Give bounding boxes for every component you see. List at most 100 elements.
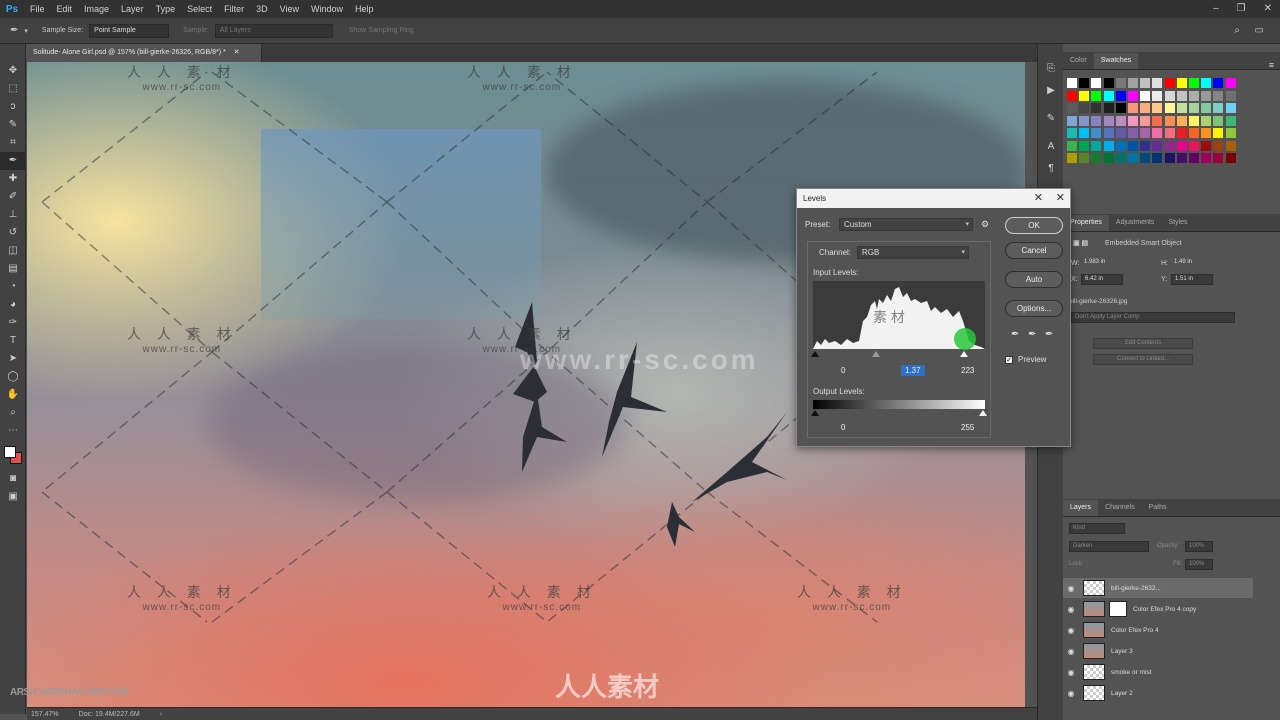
- zoom-tool-icon[interactable]: ⌕: [0, 404, 26, 422]
- color-swatch[interactable]: [1213, 140, 1224, 151]
- color-swatch[interactable]: [1140, 128, 1151, 138]
- healing-brush-tool-icon[interactable]: ✚: [0, 170, 26, 188]
- history-panel-icon[interactable]: ⎘: [1038, 58, 1064, 80]
- opacity-field[interactable]: 100%: [1185, 541, 1213, 552]
- color-swatch[interactable]: [1128, 128, 1138, 138]
- brush-tool-icon[interactable]: ✐: [0, 188, 26, 206]
- color-swatch[interactable]: [1164, 140, 1175, 151]
- auto-button[interactable]: Auto: [1005, 271, 1063, 288]
- menu-file[interactable]: File: [24, 4, 51, 14]
- brush-settings-icon[interactable]: ✎: [1038, 108, 1064, 130]
- clone-stamp-tool-icon[interactable]: ⊥: [0, 206, 26, 224]
- color-swatch[interactable]: [1164, 153, 1175, 163]
- close-tab-icon[interactable]: ✕: [234, 49, 240, 56]
- color-swatch[interactable]: [1201, 115, 1212, 126]
- input-black-field[interactable]: 0: [841, 365, 845, 376]
- zoom-level[interactable]: 157.47%: [31, 711, 59, 718]
- pen-tool-icon[interactable]: ✑: [0, 314, 26, 332]
- tool-preset-chevron-icon[interactable]: ▾: [24, 27, 28, 35]
- character-panel-icon[interactable]: A: [1038, 136, 1064, 158]
- color-swatch[interactable]: [1079, 128, 1090, 138]
- actions-panel-icon[interactable]: ▶: [1038, 80, 1064, 102]
- levels-titlebar[interactable]: Levels ✕ ✕: [797, 189, 1070, 208]
- menu-select[interactable]: Select: [181, 4, 218, 14]
- color-swatch[interactable]: [1164, 78, 1175, 88]
- color-swatch[interactable]: [1164, 103, 1175, 113]
- color-swatch[interactable]: [1067, 90, 1077, 101]
- menu-image[interactable]: Image: [78, 4, 115, 14]
- width-field[interactable]: 1.983 in: [1081, 258, 1123, 269]
- menu-layer[interactable]: Layer: [115, 4, 150, 14]
- output-white-field[interactable]: 255: [961, 422, 974, 433]
- convert-to-linked-button[interactable]: Convert to Linked...: [1093, 354, 1193, 365]
- color-swatch[interactable]: [1091, 78, 1102, 88]
- preset-options-gear-icon[interactable]: ⚙: [981, 219, 989, 230]
- color-swatch[interactable]: [1103, 115, 1114, 126]
- layer-row[interactable]: ◉ Layer 2: [1063, 683, 1253, 703]
- color-swatch[interactable]: [1079, 103, 1090, 113]
- gray-point-eyedropper-icon[interactable]: ✒: [1028, 329, 1036, 340]
- color-swatch[interactable]: [1225, 103, 1236, 113]
- color-swatch[interactable]: [1079, 140, 1090, 151]
- cancel-button[interactable]: Cancel: [1005, 242, 1063, 259]
- color-swatch[interactable]: [1128, 78, 1138, 88]
- color-swatch[interactable]: [1128, 140, 1138, 151]
- crop-tool-icon[interactable]: ⌗: [0, 134, 26, 152]
- foreground-color-swatch[interactable]: [4, 446, 16, 458]
- color-swatch[interactable]: [1128, 103, 1138, 113]
- color-swatch[interactable]: [1152, 115, 1163, 126]
- color-swatch[interactable]: [1189, 115, 1199, 126]
- history-brush-tool-icon[interactable]: ↺: [0, 224, 26, 242]
- color-swatch[interactable]: [1103, 78, 1114, 88]
- eyedropper-icon[interactable]: ✒: [10, 25, 18, 36]
- channel-dropdown[interactable]: RGB ▾: [857, 246, 969, 259]
- color-swatch[interactable]: [1067, 103, 1077, 113]
- workspace-icon[interactable]: ▭: [1255, 25, 1264, 36]
- color-swatch[interactable]: [1213, 103, 1224, 113]
- tab-channels[interactable]: Channels: [1098, 500, 1142, 516]
- color-swatch[interactable]: [1067, 78, 1077, 88]
- tab-styles[interactable]: Styles: [1161, 215, 1194, 231]
- color-swatch[interactable]: [1213, 128, 1224, 138]
- marquee-tool-icon[interactable]: ⬚: [0, 80, 26, 98]
- color-swatch[interactable]: [1152, 90, 1163, 101]
- layer-filter-kind[interactable]: Kind: [1069, 523, 1125, 534]
- color-swatch[interactable]: [1079, 115, 1090, 126]
- menu-window[interactable]: Window: [305, 4, 349, 14]
- visibility-eye-icon[interactable]: ◉: [1063, 605, 1079, 614]
- color-swatch[interactable]: [1201, 90, 1212, 101]
- color-swatch[interactable]: [1225, 115, 1236, 126]
- paragraph-panel-icon[interactable]: ¶: [1038, 158, 1064, 180]
- preset-dropdown[interactable]: Custom ▾: [839, 218, 973, 231]
- color-swatch[interactable]: [1115, 140, 1126, 151]
- input-black-slider[interactable]: [811, 351, 819, 357]
- color-swatch[interactable]: [1103, 90, 1114, 101]
- layer-row[interactable]: ◉ bill-gierke-2632...: [1063, 578, 1253, 598]
- layer-name[interactable]: Color Efex Pro 4: [1111, 627, 1159, 634]
- panel-menu-icon[interactable]: ≡: [1269, 60, 1274, 70]
- color-swatch[interactable]: [1067, 115, 1077, 126]
- color-swatch[interactable]: [1115, 128, 1126, 138]
- color-swatch[interactable]: [1189, 78, 1199, 88]
- color-swatch[interactable]: [1079, 90, 1090, 101]
- ok-button[interactable]: OK: [1005, 217, 1063, 234]
- visibility-eye-icon[interactable]: ◉: [1063, 647, 1079, 656]
- color-swatch[interactable]: [1164, 115, 1175, 126]
- color-swatch[interactable]: [1189, 103, 1199, 113]
- menu-view[interactable]: View: [274, 4, 305, 14]
- color-swatch[interactable]: [1164, 128, 1175, 138]
- color-swatch[interactable]: [1176, 115, 1187, 126]
- visibility-eye-icon[interactable]: ◉: [1063, 668, 1079, 677]
- preview-checkbox[interactable]: ✓: [1005, 356, 1013, 364]
- color-swatch[interactable]: [1115, 153, 1126, 163]
- color-swatch[interactable]: [1115, 103, 1126, 113]
- color-swatch[interactable]: [1152, 103, 1163, 113]
- color-swatch[interactable]: [1152, 78, 1163, 88]
- color-swatch[interactable]: [1225, 78, 1236, 88]
- color-swatch[interactable]: [1213, 115, 1224, 126]
- menu-edit[interactable]: Edit: [51, 4, 79, 14]
- sample-size-dropdown[interactable]: Point Sample: [89, 23, 170, 38]
- dialog-close-icon[interactable]: ✕: [1056, 189, 1065, 208]
- color-swatch[interactable]: [1189, 128, 1199, 138]
- color-swatch[interactable]: [1152, 140, 1163, 151]
